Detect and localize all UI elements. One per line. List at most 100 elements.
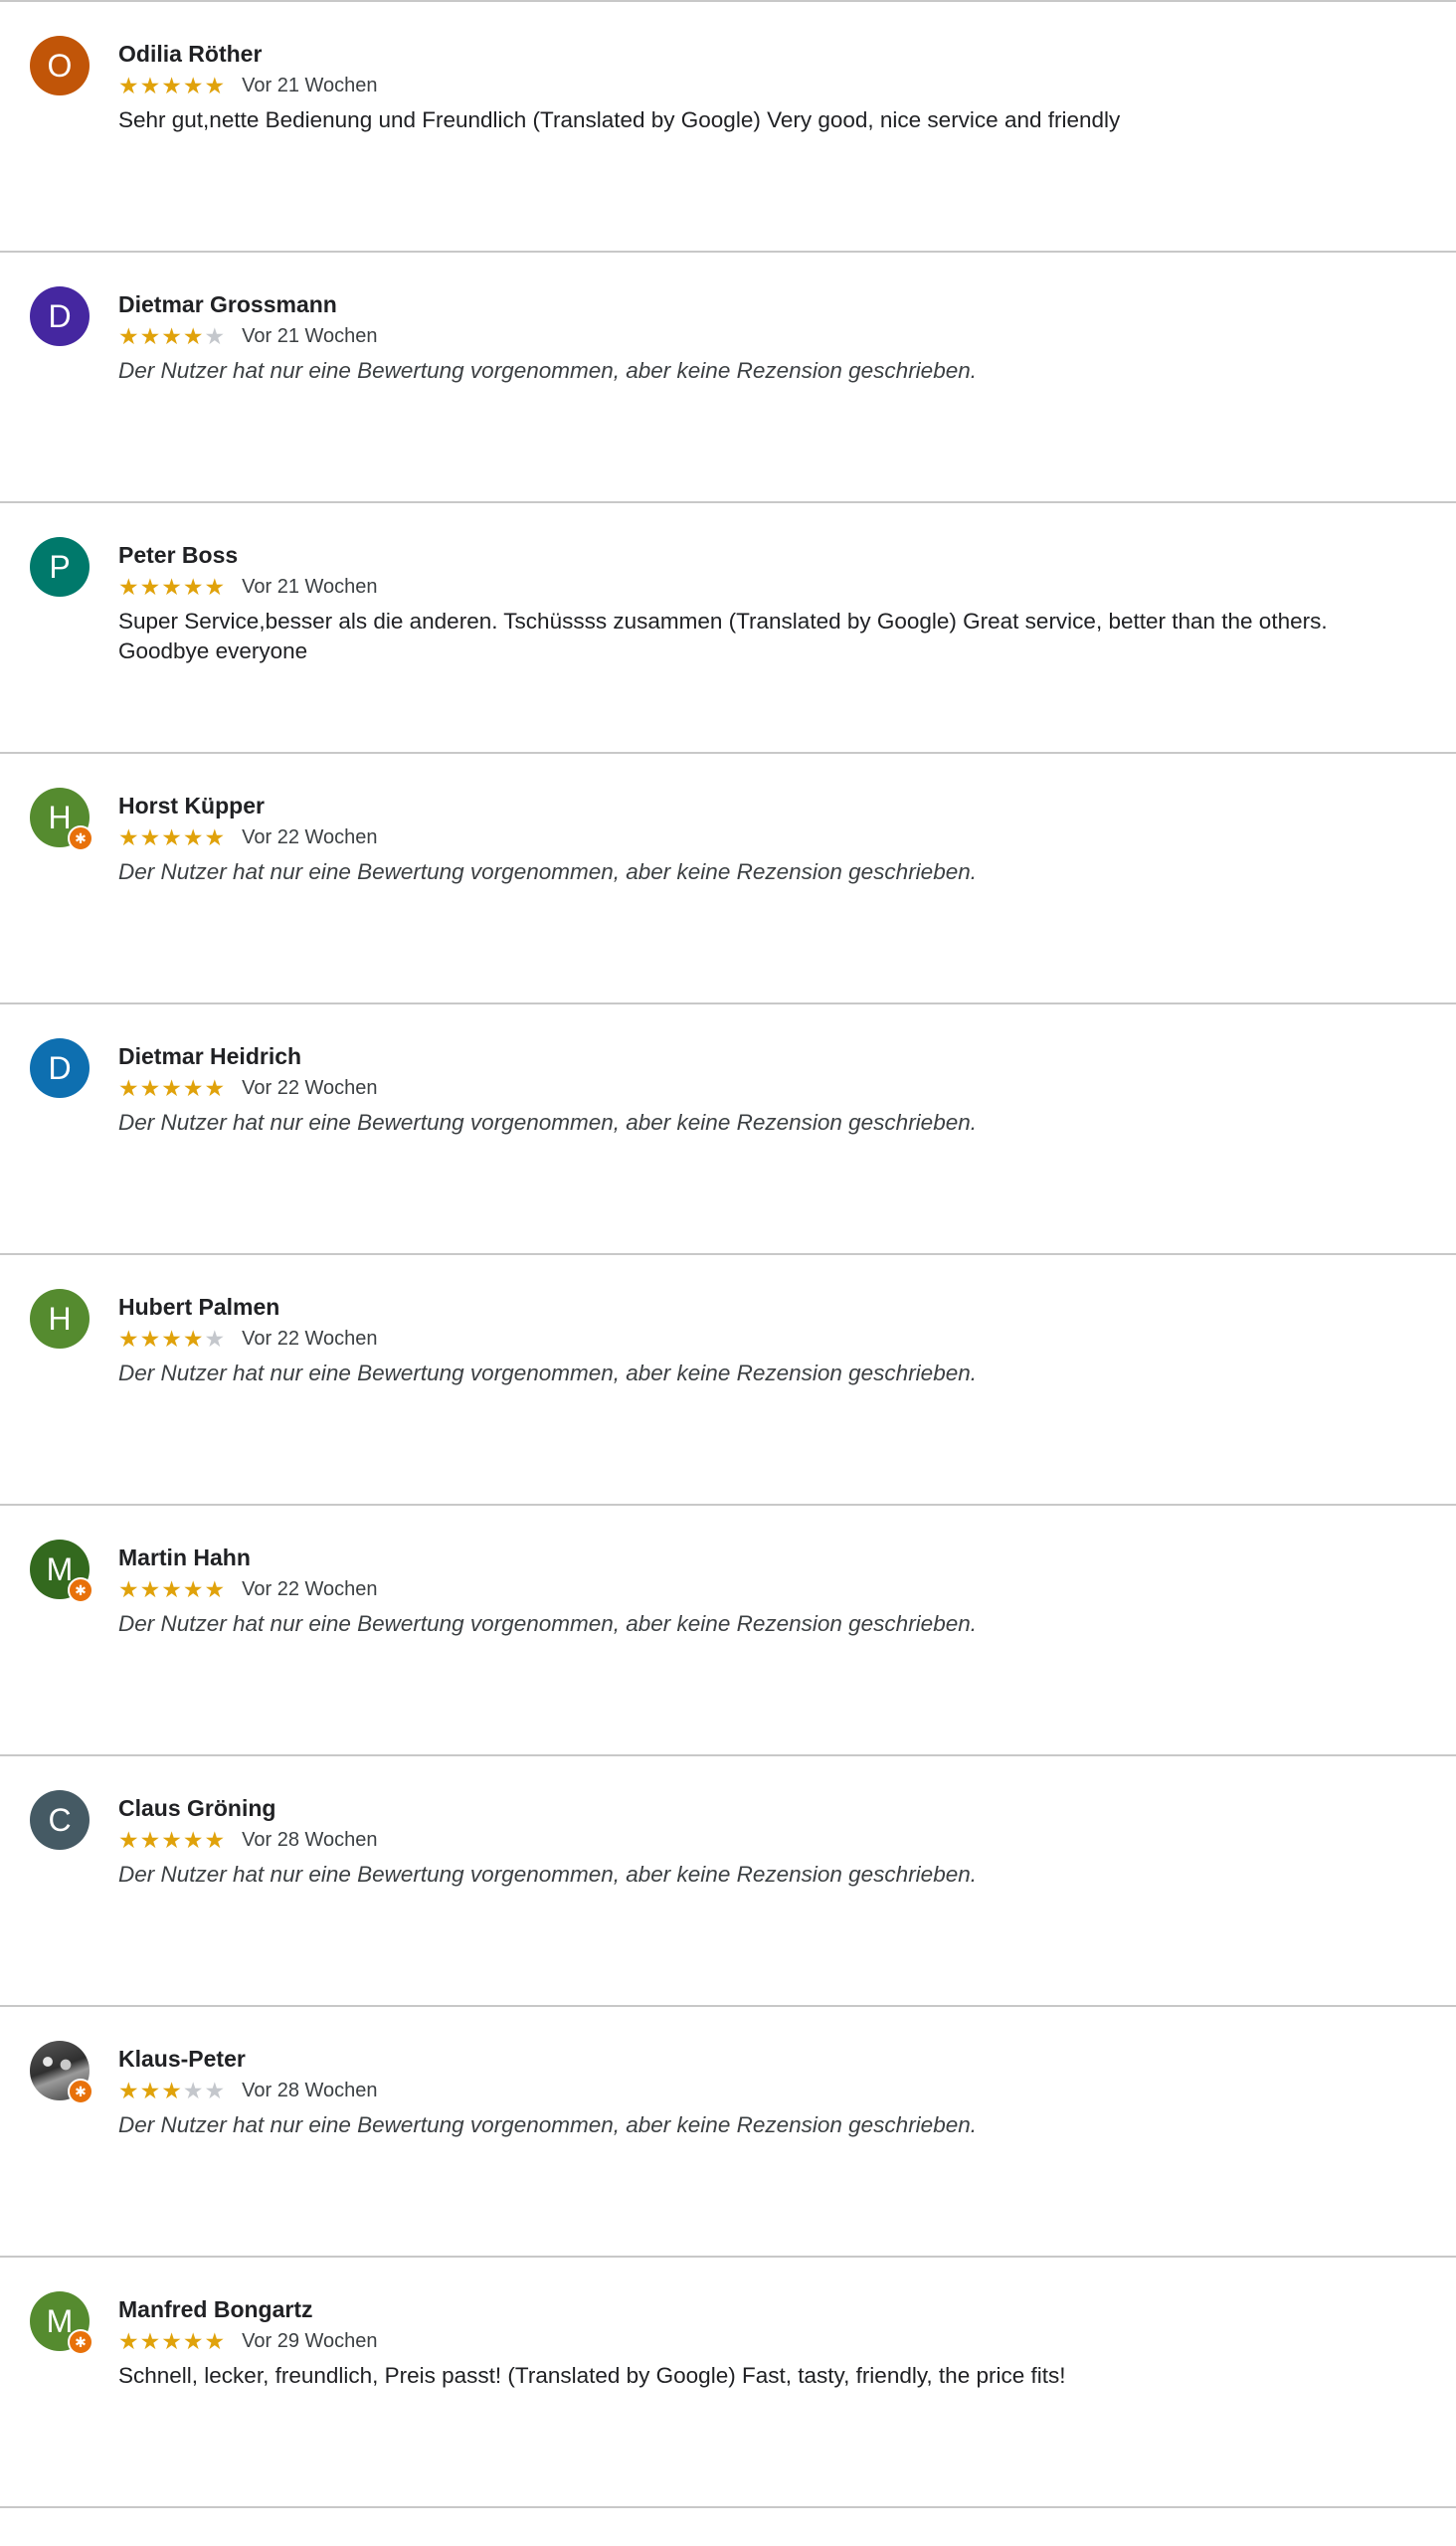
star-rating: ★ ★ ★ ★ ★ (118, 2327, 226, 2355)
reviewer-name[interactable]: Dietmar Grossmann (118, 290, 1376, 318)
avatar[interactable]: M ✱ (30, 1540, 93, 1603)
avatar[interactable]: P (30, 537, 90, 597)
avatar[interactable]: C (30, 1790, 90, 1850)
local-guide-badge-icon: ✱ (68, 2329, 93, 2355)
local-guide-badge-icon: ✱ (68, 2079, 93, 2104)
review-item: H ✱ Horst Küpper ★ ★ ★ ★ ★ Vor 22 Wochen Der… (0, 754, 1456, 1004)
star-rating: ★ ★ ★ ★ ★ (118, 823, 226, 851)
star-filled-icon: ★ (161, 323, 183, 349)
review-date: Vor 22 Wochen (242, 1577, 378, 1600)
avatar[interactable]: M ✱ (30, 2291, 93, 2355)
avatar[interactable]: O (30, 36, 90, 95)
star-rating: ★ ★ ★ ★ ★ (118, 1575, 226, 1603)
avatar[interactable]: D (30, 286, 90, 346)
review-date: Vor 22 Wochen (242, 825, 378, 848)
review-meta: ★ ★ ★ ★ ★ Vor 29 Wochen (118, 2327, 1376, 2355)
reviewer-name[interactable]: Dietmar Heidrich (118, 1042, 1376, 1070)
star-filled-icon: ★ (118, 73, 140, 98)
avatar-initial: O (47, 48, 73, 84)
review-date: Vor 28 Wochen (242, 1828, 378, 1851)
avatar-photo[interactable]: ✱ (30, 2041, 93, 2104)
reviewer-name[interactable]: Peter Boss (118, 541, 1376, 569)
star-rating: ★ ★ ★ ★ ★ (118, 322, 226, 350)
review-content: Dietmar Heidrich ★ ★ ★ ★ ★ Vor 22 Wochen Der… (118, 1042, 1376, 1138)
star-filled-icon: ★ (204, 2328, 227, 2354)
star-filled-icon: ★ (139, 2328, 162, 2354)
no-review-notice: Der Nutzer hat nur eine Bewertung vorgen… (118, 1862, 977, 1887)
reviewer-name[interactable]: Klaus-Peter (118, 2045, 1376, 2073)
reviewer-name[interactable]: Hubert Palmen (118, 1293, 1376, 1321)
avatar-initial: H (48, 1301, 72, 1337)
review-date: Vor 28 Wochen (242, 2079, 378, 2101)
star-empty-icon: ★ (204, 323, 227, 349)
avatar[interactable]: D (30, 1038, 90, 1098)
star-filled-icon: ★ (118, 2328, 140, 2354)
star-rating: ★ ★ ★ ★ ★ (118, 1826, 226, 1854)
review-content: Hubert Palmen ★ ★ ★ ★ ★ Vor 22 Wochen Der Nu… (118, 1293, 1376, 1388)
star-rating: ★ ★ ★ ★ ★ (118, 1074, 226, 1102)
no-review-notice: Der Nutzer hat nur eine Bewertung vorgen… (118, 1611, 977, 1636)
avatar-initial: D (48, 1050, 72, 1086)
star-filled-icon: ★ (139, 574, 162, 600)
star-filled-icon: ★ (118, 1075, 140, 1101)
review-meta: ★ ★ ★ ★ ★ Vor 21 Wochen (118, 573, 1376, 601)
star-filled-icon: ★ (204, 1075, 227, 1101)
review-item: M ✱ Manfred Bongartz ★ ★ ★ ★ ★ Vor 29 Wochen… (0, 2258, 1456, 2508)
reviewer-name[interactable]: Claus Gröning (118, 1794, 1376, 1822)
reviewer-name[interactable]: Odilia Röther (118, 40, 1376, 68)
star-filled-icon: ★ (182, 73, 205, 98)
review-content: Odilia Röther ★ ★ ★ ★ ★ Vor 21 Wochen Sehr g… (118, 40, 1376, 135)
star-filled-icon: ★ (139, 323, 162, 349)
star-empty-icon: ★ (204, 1326, 227, 1352)
review-date: Vor 29 Wochen (242, 2329, 378, 2352)
review-meta: ★ ★ ★ ★ ★ Vor 22 Wochen (118, 1575, 1376, 1603)
review-meta: ★ ★ ★ ★ ★ Vor 28 Wochen (118, 2077, 1376, 2104)
avatar[interactable]: H (30, 1289, 90, 1349)
avatar[interactable]: H ✱ (30, 788, 93, 851)
review-text: Schnell, lecker, freundlich, Preis passt… (118, 2363, 1066, 2388)
reviewer-name[interactable]: Martin Hahn (118, 1544, 1376, 1571)
star-filled-icon: ★ (182, 1326, 205, 1352)
star-filled-icon: ★ (204, 574, 227, 600)
star-filled-icon: ★ (139, 1075, 162, 1101)
star-filled-icon: ★ (182, 1827, 205, 1853)
star-filled-icon: ★ (182, 824, 205, 850)
star-filled-icon: ★ (182, 574, 205, 600)
star-filled-icon: ★ (161, 1075, 183, 1101)
review-meta: ★ ★ ★ ★ ★ Vor 22 Wochen (118, 823, 1376, 851)
review-item: C Claus Gröning ★ ★ ★ ★ ★ Vor 28 Wochen Der … (0, 1756, 1456, 2007)
review-item: O Odilia Röther ★ ★ ★ ★ ★ Vor 21 Wochen Sehr… (0, 2, 1456, 253)
review-meta: ★ ★ ★ ★ ★ Vor 21 Wochen (118, 322, 1376, 350)
star-filled-icon: ★ (118, 824, 140, 850)
reviewer-name[interactable]: Manfred Bongartz (118, 2295, 1376, 2323)
star-filled-icon: ★ (118, 1827, 140, 1853)
avatar-initial: P (49, 549, 71, 585)
star-empty-icon: ★ (182, 2078, 205, 2103)
star-filled-icon: ★ (161, 2328, 183, 2354)
star-rating: ★ ★ ★ ★ ★ (118, 573, 226, 601)
review-item: H Hubert Palmen ★ ★ ★ ★ ★ Vor 22 Wochen Der … (0, 1255, 1456, 1506)
review-item: M ✱ Martin Hahn ★ ★ ★ ★ ★ Vor 22 Wochen Der … (0, 1506, 1456, 1756)
star-filled-icon: ★ (139, 824, 162, 850)
avatar-initial: D (48, 298, 72, 334)
reviewer-name[interactable]: Horst Küpper (118, 792, 1376, 819)
no-review-notice: Der Nutzer hat nur eine Bewertung vorgen… (118, 1110, 977, 1135)
review-date: Vor 21 Wochen (242, 575, 378, 598)
star-filled-icon: ★ (161, 1827, 183, 1853)
reviews-list: O Odilia Röther ★ ★ ★ ★ ★ Vor 21 Wochen Sehr… (0, 0, 1456, 2546)
star-filled-icon: ★ (118, 323, 140, 349)
no-review-notice: Der Nutzer hat nur eine Bewertung vorgen… (118, 859, 977, 884)
review-content: Horst Küpper ★ ★ ★ ★ ★ Vor 22 Wochen Der Nut… (118, 792, 1376, 887)
star-filled-icon: ★ (161, 73, 183, 98)
star-filled-icon: ★ (118, 1576, 140, 1602)
no-review-notice: Der Nutzer hat nur eine Bewertung vorgen… (118, 1361, 977, 1385)
review-meta: ★ ★ ★ ★ ★ Vor 21 Wochen (118, 72, 1376, 99)
no-review-notice: Der Nutzer hat nur eine Bewertung vorgen… (118, 358, 977, 383)
star-filled-icon: ★ (161, 1326, 183, 1352)
review-content: Martin Hahn ★ ★ ★ ★ ★ Vor 22 Wochen Der Nutz… (118, 1544, 1376, 1639)
review-content: Klaus-Peter ★ ★ ★ ★ ★ Vor 28 Wochen Der Nutz… (118, 2045, 1376, 2140)
star-rating: ★ ★ ★ ★ ★ (118, 72, 226, 99)
local-guide-badge-icon: ✱ (68, 1577, 93, 1603)
review-date: Vor 22 Wochen (242, 1076, 378, 1099)
review-meta: ★ ★ ★ ★ ★ Vor 28 Wochen (118, 1826, 1376, 1854)
